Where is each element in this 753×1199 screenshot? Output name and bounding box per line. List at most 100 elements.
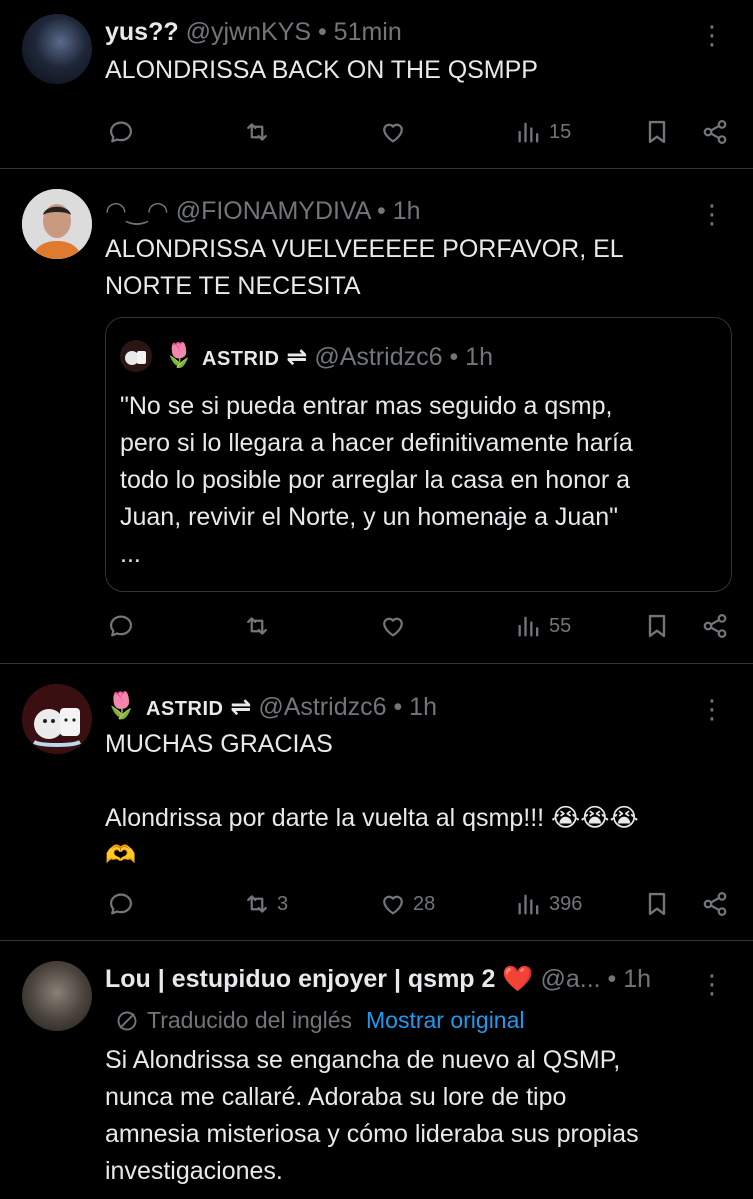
- post-header: ASTRID ⇌ @Astridzc6 • 1h: [146, 692, 437, 722]
- quote-text-line: Juan, revivir el Norte, y un homenaje a …: [120, 503, 619, 531]
- share-button[interactable]: [701, 890, 729, 918]
- post-time[interactable]: 51min: [334, 18, 402, 46]
- quote-author-name[interactable]: ASTRID: [202, 348, 279, 370]
- repost-icon: [243, 612, 271, 640]
- more-icon[interactable]: ⋮: [699, 22, 725, 48]
- avatar-art: [22, 684, 92, 754]
- more-icon[interactable]: ⋮: [699, 201, 725, 227]
- avatar-portrait: [22, 189, 92, 259]
- bookmark-button[interactable]: [643, 612, 671, 640]
- like-count: 28: [413, 892, 436, 915]
- author-name-emoji[interactable]: ◠‿◠: [105, 197, 169, 225]
- show-original-link[interactable]: Mostrar original: [366, 1007, 525, 1034]
- action-bar: 15: [105, 118, 730, 152]
- like-icon: [379, 890, 407, 918]
- repost-button[interactable]: [243, 118, 271, 146]
- more-icon[interactable]: ⋮: [699, 696, 725, 722]
- quote-header: ASTRID ⇌ @Astridzc6 • 1h: [202, 342, 493, 372]
- repost-button[interactable]: 3: [243, 890, 288, 918]
- quote-text-line: pero si lo llegara a hacer definitivamen…: [120, 429, 633, 457]
- translated-label: Traducido del inglés: [147, 1007, 352, 1033]
- post-text-line: investigaciones.: [105, 1157, 283, 1185]
- quote-text-line: "No se si pueda entrar mas seguido a qsm…: [120, 392, 613, 420]
- post-text-line: Si Alondrissa se engancha de nuevo al QS…: [105, 1046, 621, 1074]
- post-text-line: nunca me callaré. Adoraba su lore de tip…: [105, 1083, 567, 1111]
- name-deco: ⇌: [230, 693, 252, 721]
- post-text-line: 🫶: [105, 841, 137, 869]
- author-name[interactable]: ASTRID: [146, 698, 223, 720]
- share-icon: [701, 118, 729, 146]
- translation-bar: Traducido del inglés Mostrar original: [115, 1007, 525, 1034]
- author-handle[interactable]: @a...: [540, 965, 600, 993]
- post-text: Si Alondrissa se engancha de nuevo al QS…: [105, 1042, 639, 1190]
- like-icon: [379, 118, 407, 146]
- avatar[interactable]: [22, 684, 92, 754]
- views-button[interactable]: 396: [515, 890, 582, 918]
- post-1[interactable]: yus?? @yjwnKYS • 51min ⋮ ALONDRISSA BACK…: [0, 0, 753, 169]
- avatar[interactable]: [22, 14, 92, 84]
- quote-time[interactable]: 1h: [465, 343, 493, 371]
- separator-dot: •: [377, 197, 386, 225]
- share-icon: [701, 890, 729, 918]
- quote-handle[interactable]: @Astridzc6: [314, 343, 442, 371]
- separator-dot: •: [393, 693, 403, 721]
- quote-avatar-art: [125, 351, 146, 365]
- repost-icon: [243, 118, 271, 146]
- post-text: MUCHAS GRACIAS Alondrissa por darte la v…: [105, 726, 639, 874]
- tulip-icon: 🌷: [105, 690, 138, 720]
- author-handle[interactable]: @yjwnKYS: [186, 18, 311, 46]
- like-button[interactable]: 28: [379, 890, 435, 918]
- author-name[interactable]: yus??: [105, 18, 179, 46]
- like-icon: [379, 612, 407, 640]
- post-text-line: ALONDRISSA VUELVEEEEE PORFAVOR, EL: [105, 235, 624, 263]
- heart-emoji: ❤️: [502, 965, 534, 993]
- author-name[interactable]: Lou | estupiduo enjoyer | qsmp 2: [105, 965, 495, 993]
- views-icon: [515, 890, 543, 918]
- more-icon[interactable]: ⋮: [699, 971, 725, 997]
- post-4[interactable]: Lou | estupiduo enjoyer | qsmp 2 ❤️ @a..…: [0, 941, 753, 1199]
- reply-button[interactable]: [107, 612, 135, 640]
- repost-button[interactable]: [243, 612, 271, 640]
- author-handle[interactable]: @FIONAMYDIVA: [176, 197, 370, 225]
- reply-button[interactable]: [107, 890, 135, 918]
- post-time[interactable]: 1h: [393, 197, 421, 225]
- action-bar: 3 28 396: [105, 890, 730, 924]
- avatar[interactable]: [22, 189, 92, 259]
- share-button[interactable]: [701, 612, 729, 640]
- post-text-line: amnesia misteriosa y cómo lideraba sus p…: [105, 1120, 639, 1148]
- repost-icon: [243, 890, 271, 918]
- action-bar: 55: [105, 612, 730, 646]
- views-button[interactable]: 15: [515, 118, 571, 146]
- avatar[interactable]: [22, 961, 92, 1031]
- reply-icon: [107, 890, 135, 918]
- bookmark-button[interactable]: [643, 118, 671, 146]
- quote-name-deco: ⇌: [286, 343, 308, 371]
- post-2[interactable]: ◠‿◠ @FIONAMYDIVA • 1h ⋮ ALONDRISSA VUELV…: [0, 169, 753, 664]
- post-header: Lou | estupiduo enjoyer | qsmp 2 ❤️ @a..…: [105, 965, 651, 994]
- post-3[interactable]: 🌷 ASTRID ⇌ @Astridzc6 • 1h ⋮ MUCHAS GRAC…: [0, 664, 753, 941]
- post-header: ◠‿◠ @FIONAMYDIVA • 1h: [105, 196, 421, 226]
- tulip-icon: 🌷: [164, 342, 194, 369]
- bookmark-button[interactable]: [643, 890, 671, 918]
- separator-dot: •: [317, 18, 327, 46]
- views-button[interactable]: 55: [515, 612, 571, 640]
- quote-text: "No se si pueda entrar mas seguido a qsm…: [120, 388, 633, 573]
- bookmark-icon: [643, 612, 671, 640]
- like-button[interactable]: [379, 612, 407, 640]
- quoted-post[interactable]: 🌷 ASTRID ⇌ @Astridzc6 • 1h "No se si pue…: [105, 317, 732, 592]
- author-handle[interactable]: @Astridzc6: [258, 693, 386, 721]
- quote-avatar[interactable]: [120, 340, 152, 372]
- like-button[interactable]: [379, 118, 407, 146]
- share-button[interactable]: [701, 118, 729, 146]
- post-time[interactable]: 1h: [623, 965, 651, 993]
- post-time[interactable]: 1h: [409, 693, 437, 721]
- views-icon: [515, 612, 543, 640]
- views-count: 55: [549, 614, 572, 637]
- separator-dot: •: [607, 965, 617, 993]
- quote-text-line: todo lo posible por arreglar la casa en …: [120, 466, 631, 494]
- bookmark-icon: [643, 118, 671, 146]
- reply-button[interactable]: [107, 118, 135, 146]
- post-text: ALONDRISSA VUELVEEEEE PORFAVOR, EL NORTE…: [105, 231, 624, 305]
- views-icon: [515, 118, 543, 146]
- reply-icon: [107, 118, 135, 146]
